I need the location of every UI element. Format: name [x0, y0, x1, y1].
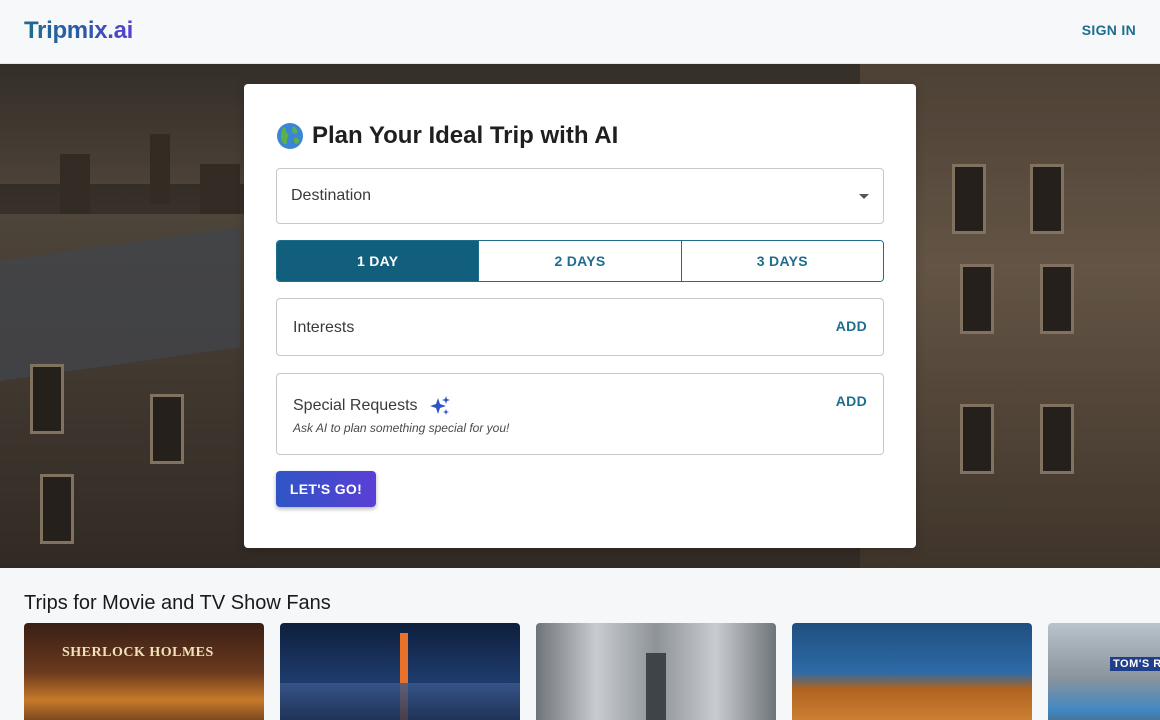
planner-title: Plan Your Ideal Trip with AI — [276, 122, 618, 150]
trip-tile-street[interactable]: TOM'S RESTA — [1048, 623, 1160, 720]
duration-3-days-button[interactable]: 3 DAYS — [680, 241, 883, 281]
special-requests-hint: Ask AI to plan something special for you… — [293, 421, 510, 435]
destination-label: Destination — [291, 187, 372, 204]
planner-title-text: Plan Your Ideal Trip with AI — [312, 122, 619, 149]
globe-icon — [277, 123, 303, 149]
duration-toggle-group: 1 DAY 2 DAYS 3 DAYS — [276, 240, 884, 282]
section-title: Trips for Movie and TV Show Fans — [24, 592, 331, 614]
sign-in-link[interactable]: SIGN IN — [1082, 22, 1136, 38]
trip-planner-card: Plan Your Ideal Trip with AI Destination… — [244, 84, 916, 548]
top-header: Tripmix.ai SIGN IN — [0, 0, 1160, 64]
destination-select[interactable]: Destination — [276, 168, 884, 224]
trip-tiles-row: SHERLOCK HOLMES TOM'S RESTA — [24, 623, 1160, 720]
add-interests-button[interactable]: ADD — [836, 318, 867, 334]
interests-field[interactable]: Interests ADD — [276, 298, 884, 356]
trip-tile-rome[interactable] — [792, 623, 1032, 720]
trip-tile-paris-bridge[interactable] — [536, 623, 776, 720]
tripmix-logo[interactable]: Tripmix.ai — [24, 17, 133, 45]
duration-2-days-button[interactable]: 2 DAYS — [478, 241, 681, 281]
add-special-request-button[interactable]: ADD — [836, 393, 867, 409]
duration-1-day-button[interactable]: 1 DAY — [277, 241, 479, 281]
special-requests-label-text: Special Requests — [293, 397, 418, 414]
tile-sign-text: SHERLOCK HOLMES — [62, 645, 214, 660]
special-requests-field[interactable]: Special Requests Ask AI to plan somethin… — [276, 373, 884, 455]
trip-tile-tokyo[interactable] — [280, 623, 520, 720]
interests-label: Interests — [293, 319, 355, 336]
lets-go-button[interactable]: LET'S GO! — [276, 471, 376, 507]
trip-tile-sherlock[interactable]: SHERLOCK HOLMES — [24, 623, 264, 720]
tile-sign-text: TOM'S RESTA — [1110, 657, 1160, 671]
sparkle-icon — [429, 396, 450, 415]
chevron-down-icon — [859, 194, 869, 199]
special-requests-label: Special Requests — [293, 394, 452, 418]
